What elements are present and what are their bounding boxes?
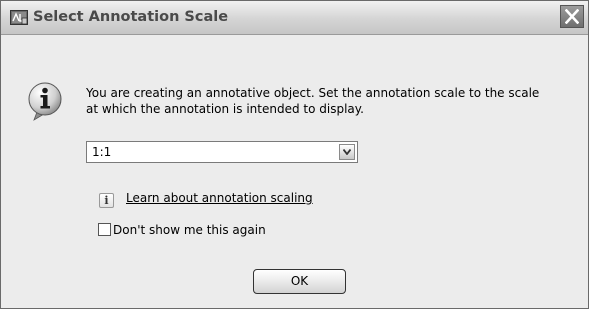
dont-show-again-checkbox[interactable] [98,223,111,236]
dropdown-button[interactable] [339,144,355,160]
info-icon [25,81,65,121]
app-icon [10,10,28,25]
select-annotation-scale-dialog: Select Annotation Scale You are creating… [0,0,589,309]
scale-select-value: 1:1 [92,145,112,159]
title-bar[interactable]: Select Annotation Scale [1,1,588,35]
dialog-title: Select Annotation Scale [33,9,229,25]
dont-show-again-label[interactable]: Don't show me this again [113,223,266,237]
chevron-down-icon [343,149,351,155]
message-line-1: You are creating an annotative object. S… [86,86,540,100]
message-line-2: at which the annotation is intended to d… [86,102,364,116]
message-text: You are creating an annotative object. S… [86,85,581,117]
learn-about-annotation-scaling-link[interactable]: Learn about annotation scaling [126,191,313,205]
ok-button[interactable]: OK [253,269,346,294]
annotation-scale-select[interactable]: 1:1 [86,141,358,163]
close-icon [565,9,579,24]
close-button[interactable] [560,5,584,28]
help-info-icon: i [99,193,114,208]
